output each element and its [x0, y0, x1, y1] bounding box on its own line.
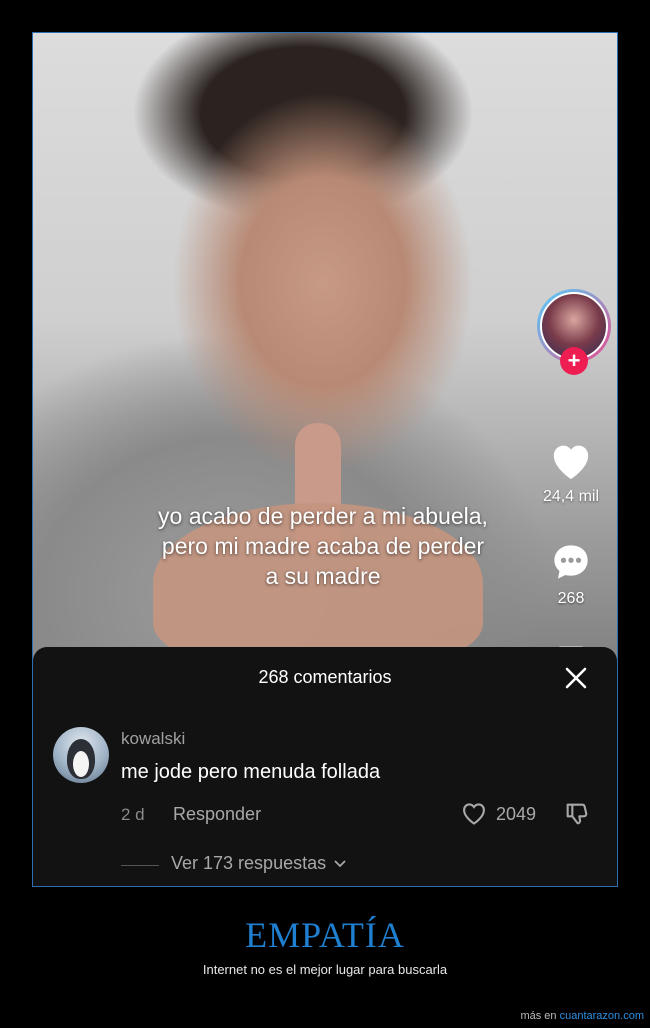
heart-outline-icon: [463, 803, 485, 825]
like-video-button[interactable]: 24,4 mil: [529, 439, 613, 506]
close-button[interactable]: [563, 665, 589, 691]
replies-divider: [121, 865, 159, 866]
follow-button[interactable]: +: [560, 347, 588, 375]
penguin-belly: [73, 751, 89, 777]
like-count: 24,4 mil: [542, 488, 600, 505]
comment-username[interactable]: kowalski: [121, 729, 185, 749]
site-footer: más en cuantarazon.com: [520, 1010, 644, 1022]
reply-button[interactable]: Responder: [173, 804, 261, 825]
comment-like-count: 2049: [496, 804, 537, 824]
close-icon: [565, 667, 587, 689]
page-headline: EMPATÍA: [245, 915, 405, 955]
comments-button[interactable]: 268: [529, 541, 613, 608]
commenter-avatar[interactable]: [53, 727, 109, 783]
comments-sheet: 268 comentarios kowalski me jode pero me…: [33, 647, 617, 886]
chevron-down-icon: [334, 860, 346, 868]
comment-dislike-button[interactable]: [563, 800, 593, 830]
view-replies-label: Ver 173 respuestas: [171, 853, 327, 873]
comment-text: me jode pero menuda follada: [121, 761, 381, 783]
thumbs-down-icon: [566, 803, 588, 825]
footer-prefix: más en: [520, 1010, 557, 1022]
comments-title: 268 comentarios: [258, 667, 392, 687]
comment-bubble-icon: [554, 545, 588, 579]
comment-count: 268: [557, 590, 585, 607]
screenshot-frame: yo acabo de perder a mi abuela, pero mi …: [32, 32, 618, 887]
video-player[interactable]: yo acabo de perder a mi abuela, pero mi …: [33, 33, 617, 684]
video-caption: yo acabo de perder a mi abuela, pero mi …: [158, 503, 488, 589]
page-subline: Internet no es el mejor lugar para busca…: [202, 962, 448, 977]
heart-icon: [553, 445, 589, 480]
footer-site-link[interactable]: cuantarazon.com: [560, 1010, 644, 1022]
comment-age: 2 d: [121, 805, 145, 824]
view-replies-button[interactable]: Ver 173 respuestas: [171, 853, 347, 874]
comment-like-button[interactable]: 2049: [460, 800, 580, 830]
